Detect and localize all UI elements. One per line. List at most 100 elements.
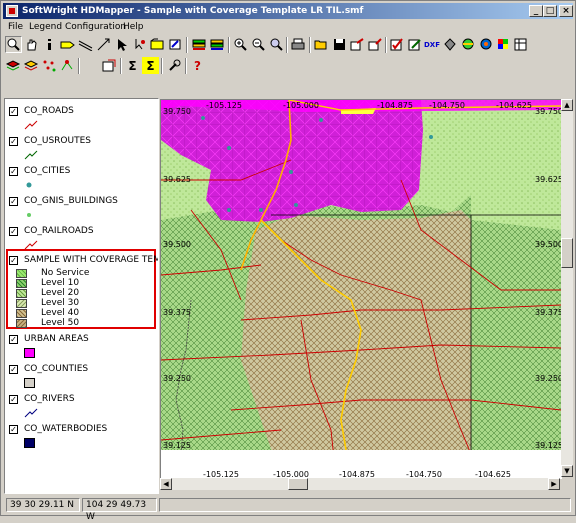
coverage-level-label: Level 20 bbox=[41, 288, 80, 298]
zoom-out-icon[interactable] bbox=[250, 36, 267, 53]
contour-icon[interactable] bbox=[478, 36, 495, 53]
title-bar: SoftWright HDMapper - Sample with Covera… bbox=[3, 3, 573, 19]
toolbar-secondary: Σ Σ ? bbox=[3, 56, 573, 76]
layer-checkbox[interactable]: ✓ bbox=[9, 335, 18, 344]
scroll-up-button[interactable]: ▲ bbox=[561, 99, 573, 111]
layer-checkbox[interactable]: ✓ bbox=[9, 425, 18, 434]
layer-checkbox[interactable]: ✓ bbox=[9, 395, 18, 404]
coverage-swatch bbox=[16, 309, 27, 318]
edit-icon[interactable] bbox=[407, 36, 424, 53]
layer-checkbox[interactable]: ✓ bbox=[9, 107, 18, 116]
menu-file[interactable]: File bbox=[5, 20, 26, 34]
coverage-level-label: Level 10 bbox=[41, 278, 80, 288]
scatter-points-icon[interactable] bbox=[41, 57, 58, 74]
layer-name: CO_GNIS_BUILDINGS bbox=[24, 196, 118, 206]
sum-select-icon[interactable]: Σ bbox=[142, 57, 159, 74]
export-icon[interactable] bbox=[349, 36, 366, 53]
layer-checkbox[interactable]: ✓ bbox=[9, 256, 18, 265]
help-icon[interactable]: ? bbox=[189, 57, 206, 74]
map-top-tick: -104.625 bbox=[496, 101, 532, 110]
window-title: SoftWright HDMapper - Sample with Covera… bbox=[22, 6, 364, 16]
zoom-in-icon[interactable] bbox=[232, 36, 249, 53]
link-points-icon[interactable] bbox=[59, 57, 76, 74]
map-right-tick: 39.750 bbox=[535, 107, 562, 116]
map-left-tick: 39.500 bbox=[163, 240, 191, 249]
coverage-swatch bbox=[16, 289, 27, 298]
map-vertical-scrollbar[interactable]: ▲ ▼ bbox=[561, 99, 573, 477]
route-line-icon bbox=[24, 150, 38, 160]
pointer-icon[interactable] bbox=[113, 36, 130, 53]
map-left-tick: 39.125 bbox=[163, 441, 191, 450]
layer-checkbox[interactable]: ✓ bbox=[9, 197, 18, 206]
layer-name: CO_RIVERS bbox=[24, 394, 75, 404]
grid-icon[interactable] bbox=[495, 36, 512, 53]
layer-checkbox[interactable]: ✓ bbox=[9, 167, 18, 176]
close-button[interactable]: × bbox=[559, 5, 573, 17]
pan-hand-icon[interactable] bbox=[23, 36, 40, 53]
toolbar-separator bbox=[385, 37, 387, 53]
coverage-level-label: Level 40 bbox=[41, 308, 80, 318]
print-icon[interactable] bbox=[290, 36, 307, 53]
app-window: SoftWright HDMapper - Sample with Covera… bbox=[0, 0, 576, 522]
check-icon[interactable] bbox=[389, 36, 406, 53]
maximize-button[interactable]: □ bbox=[543, 5, 557, 17]
scroll-left-button[interactable]: ◀ bbox=[160, 478, 172, 490]
layers-icon[interactable] bbox=[191, 36, 208, 53]
sum-icon[interactable]: Σ bbox=[124, 57, 141, 74]
save-icon[interactable] bbox=[331, 36, 348, 53]
toolbar-separator bbox=[161, 58, 163, 74]
layers-alt-icon[interactable] bbox=[209, 36, 226, 53]
measure-icon[interactable] bbox=[77, 36, 94, 53]
road-line-icon bbox=[24, 120, 38, 130]
label-icon[interactable] bbox=[59, 36, 76, 53]
layer-name: SAMPLE WITH COVERAGE TEMPLATE bbox=[24, 255, 158, 265]
edit-layer-icon[interactable] bbox=[167, 36, 184, 53]
open-icon[interactable] bbox=[313, 36, 330, 53]
longitude-readout: 104 29 49.73 W bbox=[82, 498, 157, 522]
zoom-icon[interactable] bbox=[5, 36, 22, 53]
map-top-tick: -104.750 bbox=[429, 101, 465, 110]
toolbar-main: DXF bbox=[3, 35, 573, 55]
urban-fill-icon bbox=[24, 348, 35, 358]
menu-help[interactable]: Help bbox=[120, 20, 147, 34]
latitude-readout: 39 30 29.11 N bbox=[6, 498, 80, 512]
layer-stack-icon[interactable] bbox=[5, 57, 22, 74]
toolbar-separator bbox=[286, 37, 288, 53]
scroll-thumb[interactable] bbox=[561, 238, 573, 268]
globe-icon[interactable] bbox=[460, 36, 477, 53]
layer-checkbox[interactable]: ✓ bbox=[9, 227, 18, 236]
toolbar-separator bbox=[228, 37, 230, 53]
minimize-button[interactable]: _ bbox=[529, 5, 543, 17]
scroll-right-button[interactable]: ▶ bbox=[548, 478, 560, 490]
scroll-thumb[interactable] bbox=[288, 478, 308, 490]
tool-icon[interactable] bbox=[166, 57, 183, 74]
map-canvas[interactable]: -105.125 -105.000 -104.875 -104.750 -104… bbox=[160, 99, 562, 479]
layer-checkbox[interactable]: ✓ bbox=[9, 137, 18, 146]
map-left-tick: 39.625 bbox=[163, 175, 191, 184]
layer-stack-alt-icon[interactable] bbox=[23, 57, 40, 74]
coverage-icon[interactable] bbox=[442, 36, 459, 53]
line-tool-icon[interactable] bbox=[95, 36, 112, 53]
layer-icon[interactable] bbox=[149, 36, 166, 53]
point-tool-icon[interactable] bbox=[131, 36, 148, 53]
app-icon[interactable] bbox=[6, 5, 18, 17]
dxf-icon[interactable]: DXF bbox=[423, 36, 441, 53]
map-top-tick: -105.125 bbox=[206, 101, 242, 110]
menu-legend[interactable]: Legend bbox=[26, 20, 65, 34]
layer-checkbox[interactable]: ✓ bbox=[9, 365, 18, 374]
legend-panel: ✓ CO_ROADS ✓ CO_USROUTES ✓ CO_CITIES ✓ C… bbox=[4, 98, 159, 494]
menu-configuration[interactable]: Configuration bbox=[62, 20, 129, 34]
map-right-tick: 39.125 bbox=[535, 441, 562, 450]
map-svg[interactable] bbox=[161, 100, 561, 478]
toolbar-separator bbox=[78, 58, 80, 74]
info-icon[interactable] bbox=[41, 36, 58, 53]
coverage-high-area bbox=[241, 210, 471, 478]
map-horizontal-scrollbar[interactable]: ◀ ▶ bbox=[160, 478, 560, 490]
zoom-extent-icon[interactable] bbox=[268, 36, 285, 53]
coverage-swatch bbox=[16, 299, 27, 308]
table-icon[interactable] bbox=[512, 36, 529, 53]
scroll-down-button[interactable]: ▼ bbox=[561, 465, 573, 477]
reference-icon[interactable] bbox=[101, 57, 118, 74]
county-fill-icon bbox=[24, 378, 35, 388]
import-icon[interactable] bbox=[367, 36, 384, 53]
